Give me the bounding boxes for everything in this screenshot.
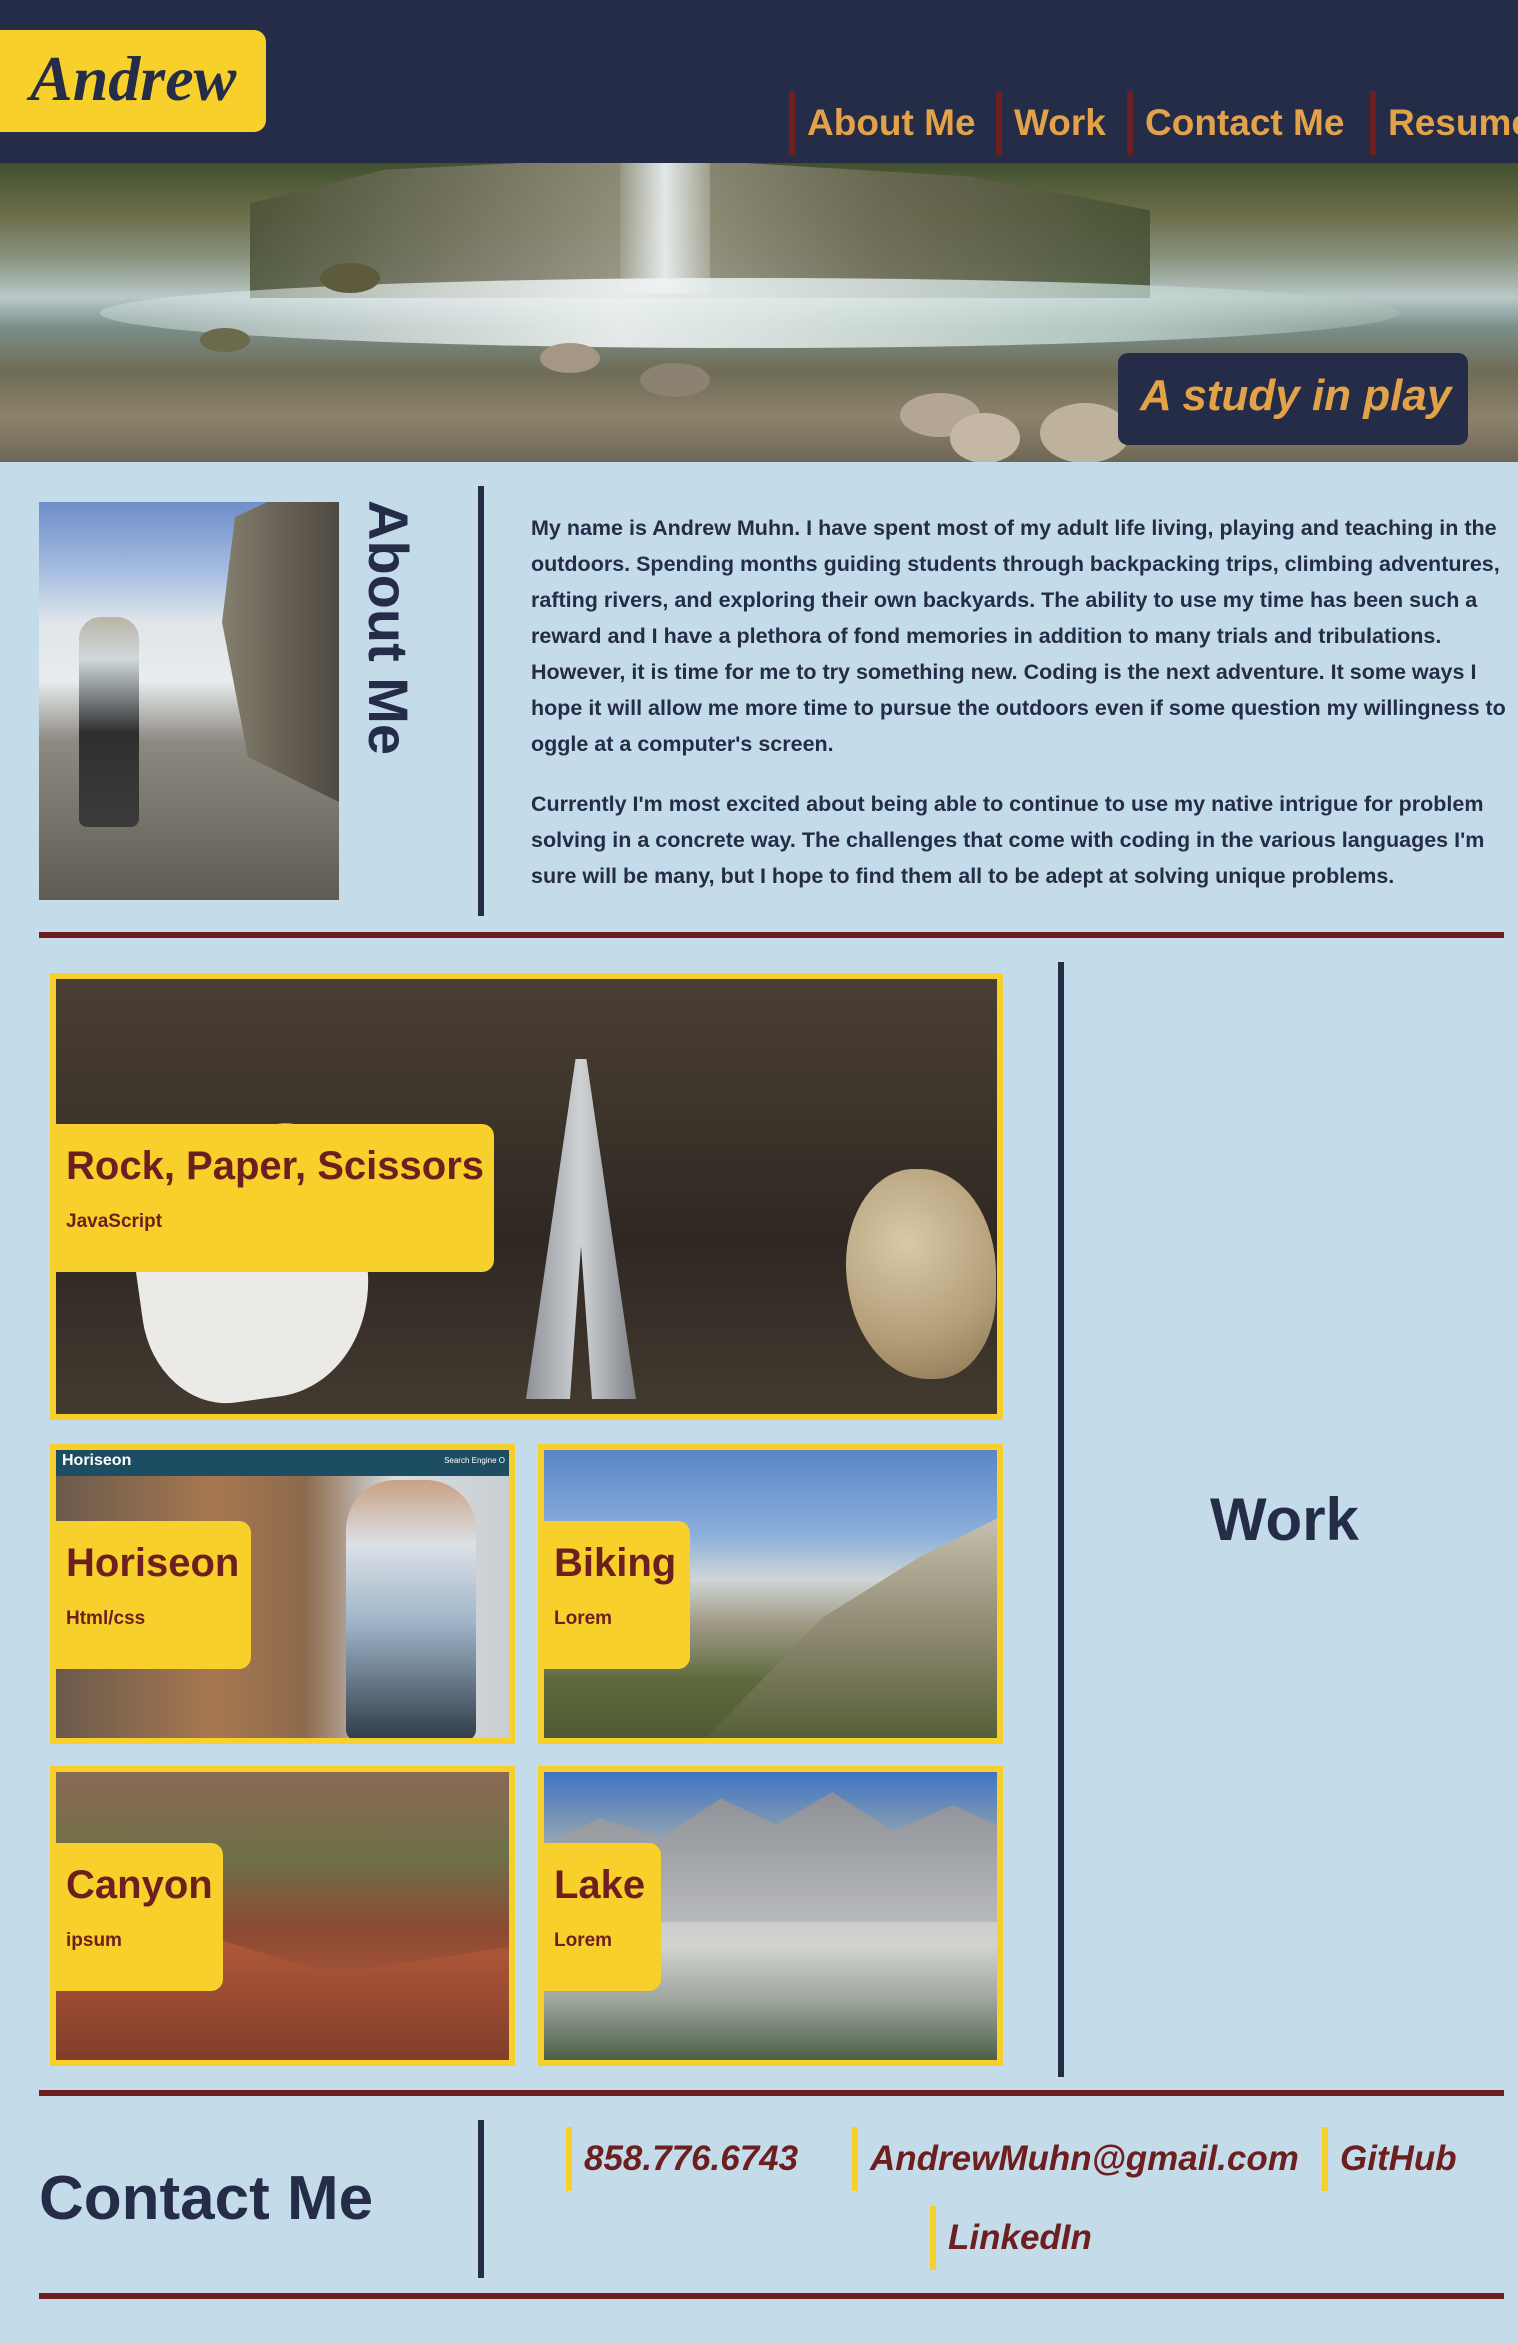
about-divider — [478, 486, 484, 916]
project-label: Lake Lorem — [544, 1843, 661, 1991]
hero-rock — [200, 328, 250, 352]
section-divider — [39, 2293, 1504, 2299]
work-heading: Work — [1210, 1486, 1359, 1553]
screenshot-header: Horiseon Search Engine O — [56, 1450, 509, 1476]
project-card-canyon[interactable]: Canyon ipsum — [50, 1766, 515, 2066]
project-card-rock-paper-scissors[interactable]: Rock, Paper, Scissors JavaScript — [50, 973, 1003, 1420]
project-card-horiseon[interactable]: Horiseon Search Engine O Horiseon Html/c… — [50, 1444, 515, 1744]
project-subtitle: JavaScript — [66, 1211, 163, 1232]
hero-tagline-box: A study in play — [1118, 353, 1468, 445]
work-divider — [1058, 962, 1064, 2077]
project-title: Rock, Paper, Scissors — [66, 1144, 485, 1188]
project-title: Lake — [554, 1863, 646, 1907]
project-subtitle: Lorem — [554, 1608, 613, 1629]
scissors — [526, 1059, 636, 1399]
nav-resume[interactable]: Resume — [1370, 91, 1518, 155]
hero-waterfall — [620, 163, 710, 293]
nav-about-me[interactable]: About Me — [789, 91, 976, 155]
screenshot-nav: Search Engine O — [444, 1456, 505, 1465]
contact-email-link[interactable]: AndrewMuhn@gmail.com — [852, 2127, 1299, 2191]
project-label: Canyon ipsum — [56, 1843, 223, 1991]
contact-heading: Contact Me — [39, 2164, 374, 2233]
project-title: Biking — [554, 1541, 677, 1585]
contact-github-link[interactable]: GitHub — [1322, 2127, 1457, 2191]
photo-person — [79, 617, 139, 827]
nav-contact-me[interactable]: Contact Me — [1127, 91, 1344, 155]
hero-rock — [540, 343, 600, 373]
site-header: Andrew About Me Work Contact Me Resume — [0, 0, 1518, 163]
contact-divider — [478, 2120, 484, 2278]
photo-cliff — [222, 502, 339, 802]
project-card-lake[interactable]: Lake Lorem — [538, 1766, 1003, 2066]
nav-work[interactable]: Work — [996, 91, 1106, 155]
mountain — [694, 1510, 997, 1738]
contact-linkedin-link[interactable]: LinkedIn — [930, 2206, 1092, 2270]
logo-text: Andrew — [30, 43, 237, 114]
about-photo — [39, 502, 339, 900]
project-subtitle: Lorem — [554, 1930, 613, 1951]
project-title: Canyon — [66, 1863, 213, 1907]
project-label: Rock, Paper, Scissors JavaScript — [56, 1124, 494, 1272]
about-heading: About Me — [357, 500, 420, 756]
hero-rock — [320, 263, 380, 293]
section-divider — [39, 2090, 1504, 2096]
logo[interactable]: Andrew — [0, 30, 266, 132]
hero-rock — [950, 413, 1020, 462]
screenshot-person — [346, 1480, 476, 1738]
hero-tagline: A study in play — [1140, 371, 1452, 420]
contact-phone-link[interactable]: 858.776.6743 — [566, 2127, 798, 2191]
project-subtitle: Html/css — [66, 1608, 146, 1629]
hero-rock — [1040, 403, 1130, 462]
hero-river — [100, 278, 1400, 348]
about-text: My name is Andrew Muhn. I have spent mos… — [531, 510, 1511, 918]
rock — [846, 1169, 996, 1379]
hero-rock — [640, 363, 710, 397]
project-subtitle: ipsum — [66, 1930, 122, 1951]
project-label: Biking Lorem — [544, 1521, 690, 1669]
about-paragraph: Currently I'm most excited about being a… — [531, 792, 1485, 888]
project-card-biking[interactable]: Biking Lorem — [538, 1444, 1003, 1744]
screenshot-brand: Horiseon — [62, 1452, 132, 1469]
section-divider — [39, 932, 1504, 938]
about-paragraph: My name is Andrew Muhn. I have spent mos… — [531, 516, 1506, 756]
project-label: Horiseon Html/css — [56, 1521, 251, 1669]
project-title: Horiseon — [66, 1541, 240, 1585]
